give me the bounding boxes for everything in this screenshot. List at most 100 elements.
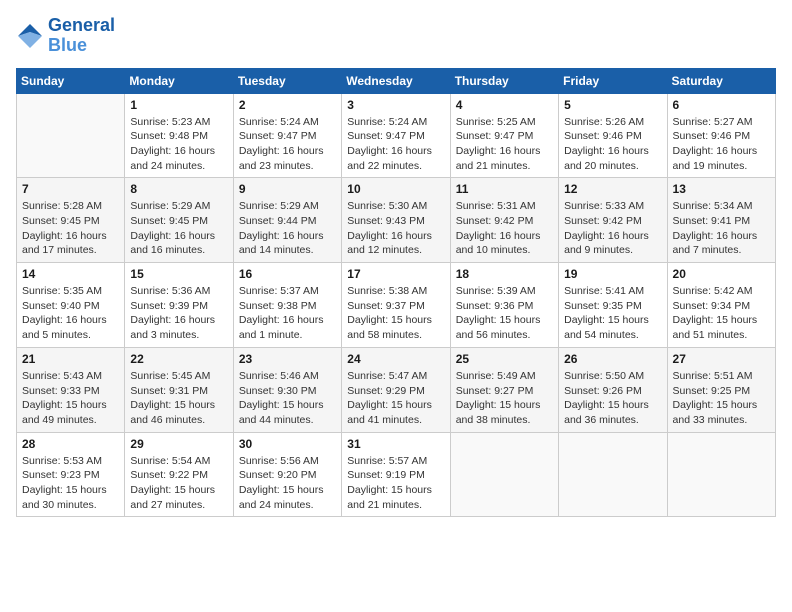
day-number: 30: [239, 437, 336, 451]
calendar-cell: 29 Sunrise: 5:54 AMSunset: 9:22 PMDayligh…: [125, 432, 233, 517]
calendar-cell: 26 Sunrise: 5:50 AMSunset: 9:26 PMDayligh…: [559, 347, 667, 432]
day-number: 26: [564, 352, 661, 366]
calendar-cell: 4 Sunrise: 5:25 AMSunset: 9:47 PMDaylight…: [450, 93, 558, 178]
day-info: Sunrise: 5:28 AMSunset: 9:45 PMDaylight:…: [22, 199, 119, 258]
day-number: 5: [564, 98, 661, 112]
calendar-cell: 1 Sunrise: 5:23 AMSunset: 9:48 PMDaylight…: [125, 93, 233, 178]
calendar-cell: 30 Sunrise: 5:56 AMSunset: 9:20 PMDayligh…: [233, 432, 341, 517]
day-number: 24: [347, 352, 444, 366]
day-info: Sunrise: 5:35 AMSunset: 9:40 PMDaylight:…: [22, 284, 119, 343]
calendar-cell: 28 Sunrise: 5:53 AMSunset: 9:23 PMDayligh…: [17, 432, 125, 517]
day-number: 20: [673, 267, 770, 281]
calendar-header: SundayMondayTuesdayWednesdayThursdayFrid…: [17, 68, 776, 93]
day-info: Sunrise: 5:57 AMSunset: 9:19 PMDaylight:…: [347, 454, 444, 513]
calendar-cell: 17 Sunrise: 5:38 AMSunset: 9:37 PMDayligh…: [342, 263, 450, 348]
calendar-cell: 6 Sunrise: 5:27 AMSunset: 9:46 PMDaylight…: [667, 93, 775, 178]
day-number: 27: [673, 352, 770, 366]
day-number: 10: [347, 182, 444, 196]
day-number: 25: [456, 352, 553, 366]
col-header-saturday: Saturday: [667, 68, 775, 93]
day-info: Sunrise: 5:49 AMSunset: 9:27 PMDaylight:…: [456, 369, 553, 428]
day-info: Sunrise: 5:29 AMSunset: 9:45 PMDaylight:…: [130, 199, 227, 258]
day-number: 11: [456, 182, 553, 196]
calendar-cell: [17, 93, 125, 178]
day-info: Sunrise: 5:54 AMSunset: 9:22 PMDaylight:…: [130, 454, 227, 513]
calendar-week-5: 28 Sunrise: 5:53 AMSunset: 9:23 PMDayligh…: [17, 432, 776, 517]
calendar-table: SundayMondayTuesdayWednesdayThursdayFrid…: [16, 68, 776, 518]
day-info: Sunrise: 5:46 AMSunset: 9:30 PMDaylight:…: [239, 369, 336, 428]
calendar-cell: 27 Sunrise: 5:51 AMSunset: 9:25 PMDayligh…: [667, 347, 775, 432]
day-info: Sunrise: 5:29 AMSunset: 9:44 PMDaylight:…: [239, 199, 336, 258]
day-info: Sunrise: 5:37 AMSunset: 9:38 PMDaylight:…: [239, 284, 336, 343]
day-info: Sunrise: 5:24 AMSunset: 9:47 PMDaylight:…: [347, 115, 444, 174]
day-number: 12: [564, 182, 661, 196]
day-info: Sunrise: 5:51 AMSunset: 9:25 PMDaylight:…: [673, 369, 770, 428]
calendar-cell: [450, 432, 558, 517]
day-info: Sunrise: 5:56 AMSunset: 9:20 PMDaylight:…: [239, 454, 336, 513]
col-header-friday: Friday: [559, 68, 667, 93]
calendar-cell: 20 Sunrise: 5:42 AMSunset: 9:34 PMDayligh…: [667, 263, 775, 348]
calendar-cell: 9Sunrise: 5:29 AMSunset: 9:44 PMDaylight…: [233, 178, 341, 263]
day-number: 19: [564, 267, 661, 281]
day-info: Sunrise: 5:50 AMSunset: 9:26 PMDaylight:…: [564, 369, 661, 428]
calendar-cell: 11 Sunrise: 5:31 AMSunset: 9:42 PMDayligh…: [450, 178, 558, 263]
calendar-cell: 10 Sunrise: 5:30 AMSunset: 9:43 PMDayligh…: [342, 178, 450, 263]
day-number: 16: [239, 267, 336, 281]
calendar-cell: 2Sunrise: 5:24 AMSunset: 9:47 PMDaylight…: [233, 93, 341, 178]
calendar-cell: 22 Sunrise: 5:45 AMSunset: 9:31 PMDayligh…: [125, 347, 233, 432]
day-info: Sunrise: 5:45 AMSunset: 9:31 PMDaylight:…: [130, 369, 227, 428]
day-info: Sunrise: 5:41 AMSunset: 9:35 PMDaylight:…: [564, 284, 661, 343]
col-header-monday: Monday: [125, 68, 233, 93]
day-info: Sunrise: 5:53 AMSunset: 9:23 PMDaylight:…: [22, 454, 119, 513]
day-number: 15: [130, 267, 227, 281]
day-number: 14: [22, 267, 119, 281]
day-info: Sunrise: 5:34 AMSunset: 9:41 PMDaylight:…: [673, 199, 770, 258]
day-info: Sunrise: 5:31 AMSunset: 9:42 PMDaylight:…: [456, 199, 553, 258]
col-header-wednesday: Wednesday: [342, 68, 450, 93]
calendar-cell: 13Sunrise: 5:34 AMSunset: 9:41 PMDayligh…: [667, 178, 775, 263]
calendar-cell: 5 Sunrise: 5:26 AMSunset: 9:46 PMDaylight…: [559, 93, 667, 178]
calendar-cell: 18Sunrise: 5:39 AMSunset: 9:36 PMDayligh…: [450, 263, 558, 348]
calendar-cell: 7 Sunrise: 5:28 AMSunset: 9:45 PMDaylight…: [17, 178, 125, 263]
day-info: Sunrise: 5:36 AMSunset: 9:39 PMDaylight:…: [130, 284, 227, 343]
day-number: 17: [347, 267, 444, 281]
calendar-cell: 14 Sunrise: 5:35 AMSunset: 9:40 PMDayligh…: [17, 263, 125, 348]
day-info: Sunrise: 5:39 AMSunset: 9:36 PMDaylight:…: [456, 284, 553, 343]
calendar-cell: 25 Sunrise: 5:49 AMSunset: 9:27 PMDayligh…: [450, 347, 558, 432]
calendar-body: 1 Sunrise: 5:23 AMSunset: 9:48 PMDaylight…: [17, 93, 776, 517]
calendar-week-4: 21Sunrise: 5:43 AMSunset: 9:33 PMDayligh…: [17, 347, 776, 432]
day-info: Sunrise: 5:42 AMSunset: 9:34 PMDaylight:…: [673, 284, 770, 343]
day-info: Sunrise: 5:23 AMSunset: 9:48 PMDaylight:…: [130, 115, 227, 174]
day-info: Sunrise: 5:47 AMSunset: 9:29 PMDaylight:…: [347, 369, 444, 428]
day-info: Sunrise: 5:38 AMSunset: 9:37 PMDaylight:…: [347, 284, 444, 343]
col-header-tuesday: Tuesday: [233, 68, 341, 93]
day-info: Sunrise: 5:33 AMSunset: 9:42 PMDaylight:…: [564, 199, 661, 258]
col-header-sunday: Sunday: [17, 68, 125, 93]
calendar-week-3: 14 Sunrise: 5:35 AMSunset: 9:40 PMDayligh…: [17, 263, 776, 348]
day-info: Sunrise: 5:30 AMSunset: 9:43 PMDaylight:…: [347, 199, 444, 258]
day-number: 6: [673, 98, 770, 112]
calendar-cell: 24 Sunrise: 5:47 AMSunset: 9:29 PMDayligh…: [342, 347, 450, 432]
day-info: Sunrise: 5:26 AMSunset: 9:46 PMDaylight:…: [564, 115, 661, 174]
calendar-cell: [667, 432, 775, 517]
calendar-week-2: 7 Sunrise: 5:28 AMSunset: 9:45 PMDaylight…: [17, 178, 776, 263]
day-number: 2: [239, 98, 336, 112]
day-info: Sunrise: 5:43 AMSunset: 9:33 PMDaylight:…: [22, 369, 119, 428]
logo-text: GeneralBlue: [48, 16, 115, 56]
header-row: SundayMondayTuesdayWednesdayThursdayFrid…: [17, 68, 776, 93]
day-number: 8: [130, 182, 227, 196]
day-number: 1: [130, 98, 227, 112]
day-number: 7: [22, 182, 119, 196]
calendar-cell: [559, 432, 667, 517]
day-number: 22: [130, 352, 227, 366]
day-number: 4: [456, 98, 553, 112]
calendar-cell: 12 Sunrise: 5:33 AMSunset: 9:42 PMDayligh…: [559, 178, 667, 263]
day-number: 28: [22, 437, 119, 451]
day-number: 29: [130, 437, 227, 451]
calendar-cell: 23Sunrise: 5:46 AMSunset: 9:30 PMDayligh…: [233, 347, 341, 432]
calendar-cell: 15 Sunrise: 5:36 AMSunset: 9:39 PMDayligh…: [125, 263, 233, 348]
day-info: Sunrise: 5:27 AMSunset: 9:46 PMDaylight:…: [673, 115, 770, 174]
calendar-cell: 16 Sunrise: 5:37 AMSunset: 9:38 PMDayligh…: [233, 263, 341, 348]
day-info: Sunrise: 5:25 AMSunset: 9:47 PMDaylight:…: [456, 115, 553, 174]
day-number: 31: [347, 437, 444, 451]
